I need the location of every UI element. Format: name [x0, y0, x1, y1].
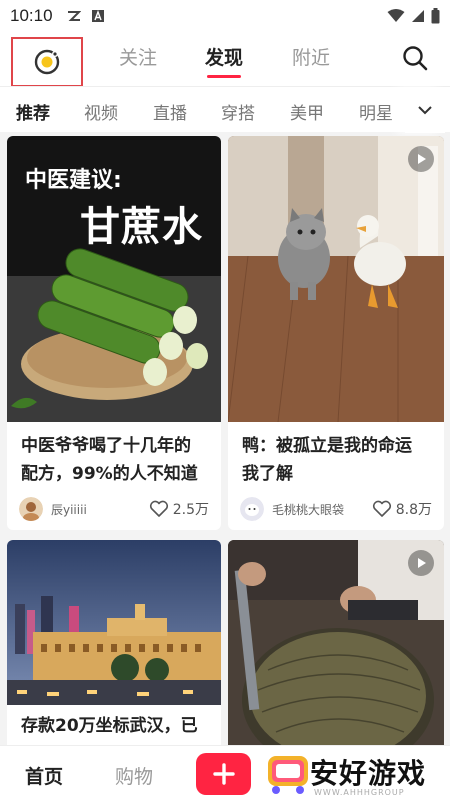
cell-signal-icon [412, 10, 424, 22]
active-tab-indicator [207, 75, 241, 78]
video-indicator [408, 146, 434, 172]
card-title-line-2: 我了解 [242, 464, 293, 484]
feed-card-1[interactable]: 中医建议: 甘蔗水 中医爷爷喝了十几年的 配方，99%的人不知道 辰yiiiii… [7, 136, 221, 530]
status-time: 10:10 [10, 6, 53, 25]
search-button[interactable] [398, 41, 432, 75]
like-button[interactable]: 8.8万 [372, 499, 432, 519]
category-recommend[interactable]: 推荐 [16, 99, 50, 124]
chevron-down-icon [418, 106, 432, 115]
top-nav: 关注 发现 附近 [0, 32, 450, 87]
plus-icon [212, 763, 235, 785]
image-caption-small: 中医建议: [25, 168, 122, 193]
play-icon [418, 558, 426, 568]
battery-icon [431, 8, 440, 24]
feed-card-3[interactable]: 存款20万坐标武汉，已 [7, 540, 221, 760]
watermark-subtext: WWW.AHHHGROUP [314, 788, 405, 797]
avatar[interactable] [19, 497, 43, 521]
feed-card-2[interactable]: 鸭：被孤立是我的命运 我了解 毛桃桃大眼袋 8.8万 [228, 136, 444, 530]
app-logo-icon [34, 49, 60, 75]
wifi-icon [387, 9, 405, 22]
category-outfit[interactable]: 穿搭 [221, 99, 255, 124]
notification-a-icon [91, 10, 104, 22]
feed-card-4[interactable] [228, 540, 444, 760]
add-post-button[interactable] [196, 753, 251, 795]
video-indicator [408, 550, 434, 576]
like-count: 2.5万 [172, 502, 209, 518]
card-image-melon-cutting [228, 540, 444, 760]
heart-icon [372, 500, 391, 517]
author-name[interactable]: 毛桃桃大眼袋 [272, 501, 372, 518]
avatar[interactable] [240, 497, 264, 521]
app-logo-button[interactable] [11, 37, 83, 87]
watermark: 安好游戏 WWW.AHHHGROUP [262, 748, 450, 800]
category-video[interactable]: 视频 [84, 99, 118, 124]
category-expand-button[interactable] [405, 87, 445, 133]
card-title: 存款20万坐标武汉，已 [21, 712, 211, 740]
card-meta: 毛桃桃大眼袋 8.8万 [240, 497, 432, 521]
card-meta: 辰yiiiii 2.5万 [19, 497, 209, 521]
status-bar: 10:10 [0, 0, 450, 32]
play-icon [418, 154, 426, 164]
status-left-icons [67, 9, 105, 23]
search-icon [403, 46, 428, 71]
card-title: 中医爷爷喝了十几年的 配方，99%的人不知道 [21, 432, 211, 488]
like-button[interactable]: 2.5万 [149, 499, 209, 519]
app-screen: 10:10 关注 发现 附近 推荐 视频 直播 穿搭 美甲 明星 中医建议: 甘… [0, 0, 450, 800]
image-caption-big: 甘蔗水 [80, 204, 203, 250]
card-image-cat-duck [228, 136, 444, 422]
card-title-line-2: 配方，99%的人不知道 [21, 464, 198, 484]
card-image-wuhan-night [7, 540, 221, 705]
card-title-line-1: 中医爷爷喝了十几年的 [21, 436, 191, 456]
tab-nearby[interactable]: 附近 [292, 43, 330, 70]
tab-follow[interactable]: 关注 [119, 43, 157, 70]
category-nails[interactable]: 美甲 [290, 99, 324, 124]
card-title: 鸭：被孤立是我的命运 我了解 [242, 432, 434, 488]
category-celebrity[interactable]: 明星 [359, 99, 393, 124]
like-count: 8.8万 [395, 502, 432, 518]
status-right [387, 8, 440, 24]
watermark-gamepad-logo [268, 756, 308, 794]
heart-icon [149, 500, 168, 517]
card-title-line-1: 存款20万坐标武汉，已 [21, 716, 198, 736]
tab-discover[interactable]: 发现 [205, 43, 243, 70]
category-bar: 推荐 视频 直播 穿搭 美甲 明星 [0, 86, 450, 133]
watermark-text: 安好游戏 [310, 757, 427, 790]
tab-home[interactable]: 首页 [25, 762, 63, 789]
card-title-line-1: 鸭：被孤立是我的命运 [242, 436, 412, 456]
notification-zhihu-icon [67, 11, 81, 21]
author-name[interactable]: 辰yiiiii [51, 501, 149, 518]
tab-shopping[interactable]: 购物 [115, 762, 153, 789]
category-live[interactable]: 直播 [153, 99, 187, 124]
